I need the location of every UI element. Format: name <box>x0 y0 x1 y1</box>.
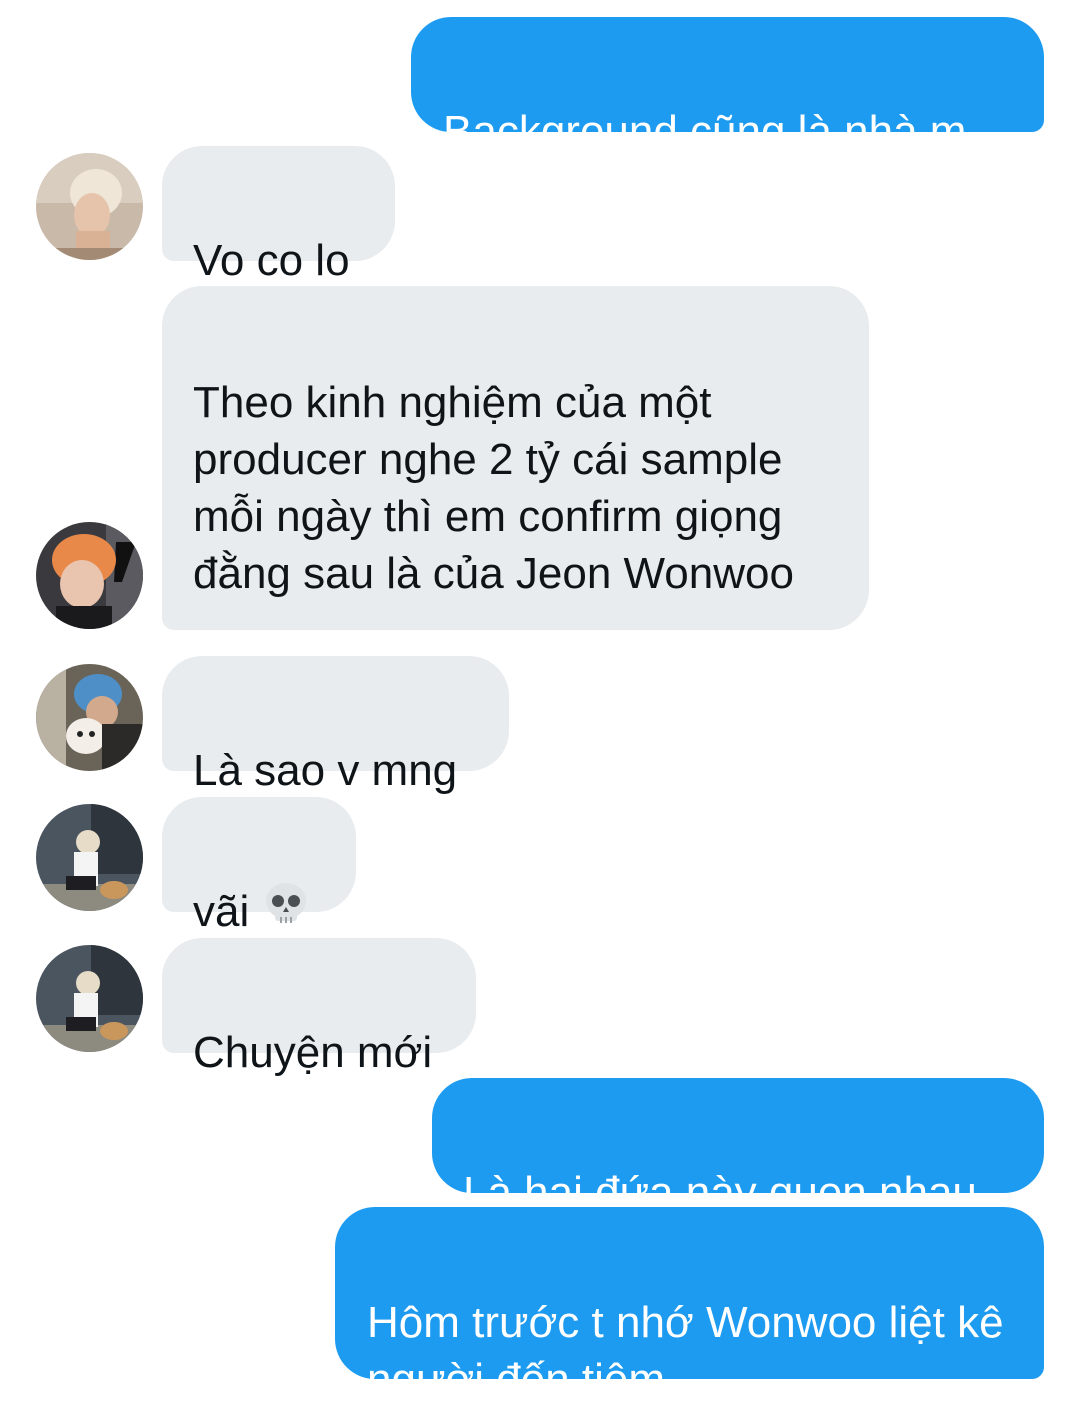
skull-icon <box>261 879 311 943</box>
avatar-image <box>36 804 143 911</box>
message-text: Chuyện mới <box>193 1028 433 1077</box>
avatar-image <box>36 522 143 629</box>
avatar[interactable] <box>36 664 143 771</box>
message-text: Background cũng là nhà m <box>443 107 967 156</box>
message-text: Vo co lo <box>193 236 350 285</box>
message-text: Là sao v mng <box>193 746 458 795</box>
message-text: Theo kinh nghiệm của một producer nghe 2… <box>193 378 794 598</box>
message-text: vãi <box>193 887 250 936</box>
avatar-image <box>36 153 143 260</box>
chat-thread: Background cũng là nhà m Vo co lo Theo k… <box>0 0 1080 1404</box>
avatar[interactable] <box>36 522 143 629</box>
message-bubble-outgoing[interactable]: Là hai đứa này quen nhau <box>432 1078 1044 1217</box>
avatar-image <box>36 664 143 771</box>
message-bubble-outgoing[interactable]: Hôm trước t nhớ Wonwoo liệt kê người đến… <box>335 1207 1044 1404</box>
message-bubble-outgoing[interactable]: Background cũng là nhà m <box>411 17 1044 156</box>
avatar[interactable] <box>36 153 143 260</box>
message-bubble-incoming[interactable]: vãi <box>162 797 356 936</box>
message-bubble-incoming[interactable]: Chuyện mới <box>162 938 476 1077</box>
avatar-image <box>36 945 143 1052</box>
message-text: Hôm trước t nhớ Wonwoo liệt kê người đến… <box>367 1298 1004 1404</box>
message-bubble-incoming[interactable]: Vo co lo <box>162 146 395 285</box>
message-bubble-incoming[interactable]: Theo kinh nghiệm của một producer nghe 2… <box>162 286 869 630</box>
avatar[interactable] <box>36 945 143 1052</box>
message-bubble-incoming[interactable]: Là sao v mng <box>162 656 509 795</box>
avatar[interactable] <box>36 804 143 911</box>
